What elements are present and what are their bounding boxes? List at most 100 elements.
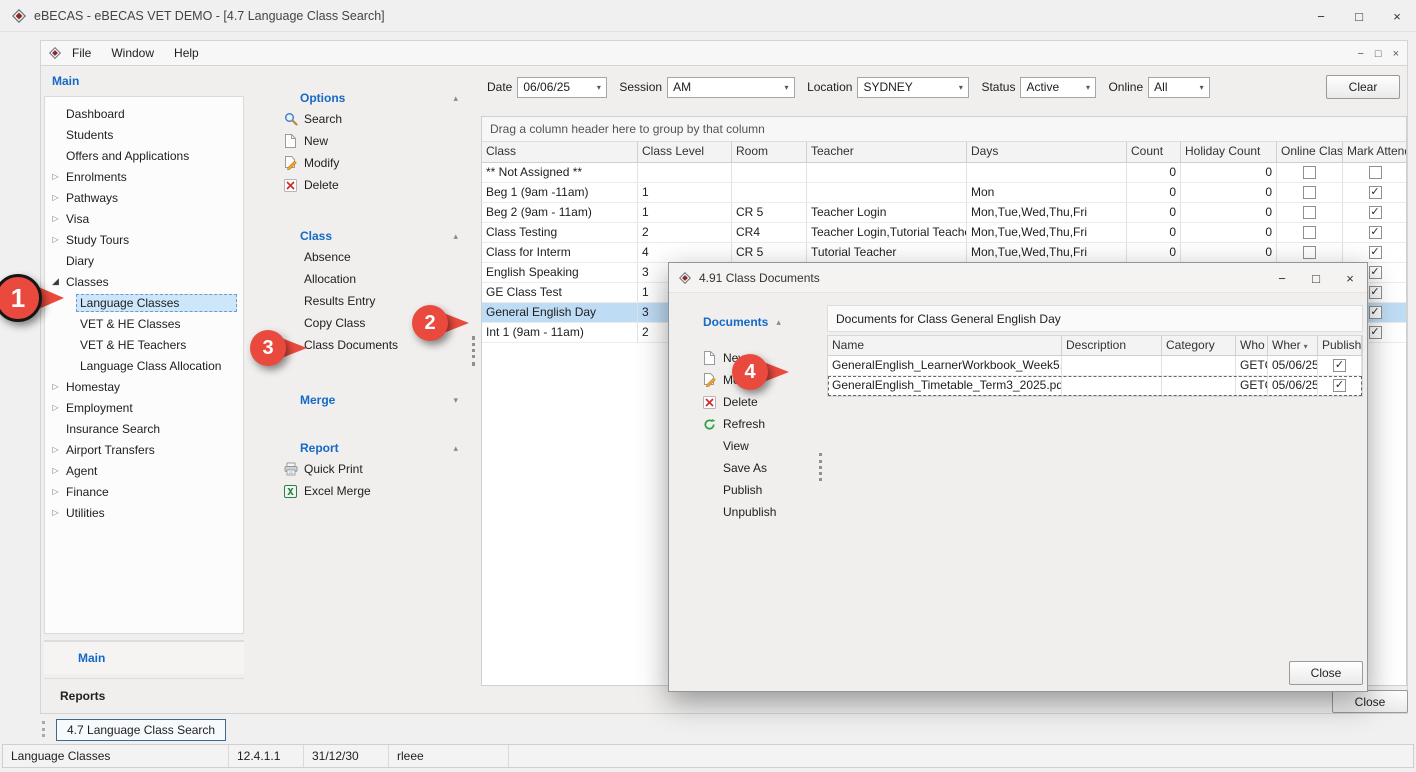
sidebar-item-finance[interactable]: ▷Finance (45, 481, 243, 502)
expand-tree-icon[interactable]: ▷ (49, 508, 62, 517)
mark-attend-checkbox[interactable]: ✓ (1369, 186, 1382, 199)
column-header-category[interactable]: Category (1162, 336, 1236, 355)
column-header-wher[interactable]: Wher▾ (1268, 336, 1318, 355)
expand-tree-icon[interactable]: ▷ (49, 382, 62, 391)
menu-help[interactable]: Help (165, 43, 208, 63)
sidebar-item-dashboard[interactable]: Dashboard (45, 103, 243, 124)
sidebar-item-vet-he-teachers[interactable]: VET & HE Teachers (45, 334, 243, 355)
collapse-group-icon[interactable]: ▴ (453, 93, 458, 104)
menu-window[interactable]: Window (102, 43, 163, 63)
mark-attend-checkbox[interactable]: ✓ (1369, 306, 1382, 319)
column-header-class-level[interactable]: Class Level (638, 142, 732, 162)
mark-attend-checkbox[interactable]: ✓ (1369, 266, 1382, 279)
column-header-description[interactable]: Description (1062, 336, 1162, 355)
online-class-checkbox[interactable] (1303, 206, 1316, 219)
online-class-checkbox[interactable] (1303, 166, 1316, 179)
expand-tree-icon[interactable]: ▷ (49, 445, 62, 454)
sidebar-item-visa[interactable]: ▷Visa (45, 208, 243, 229)
dialog-action-publish[interactable]: Publish (689, 479, 823, 501)
sidebar-item-language-class-allocation[interactable]: Language Class Allocation (45, 355, 243, 376)
column-header-holiday-count[interactable]: Holiday Count (1181, 142, 1277, 162)
expand-tree-icon[interactable]: ▷ (49, 193, 62, 202)
mdi-minimize-button[interactable]: − (1357, 48, 1363, 60)
chevron-down-icon[interactable]: ▾ (779, 78, 794, 97)
column-header-room[interactable]: Room (732, 142, 807, 162)
column-header-teacher[interactable]: Teacher (807, 142, 967, 162)
menu-file[interactable]: File (63, 43, 100, 63)
sidebar-item-insurance-search[interactable]: Insurance Search (45, 418, 243, 439)
online-class-checkbox[interactable] (1303, 226, 1316, 239)
ribbon-item-excel-merge[interactable]: Excel Merge (252, 480, 470, 502)
column-header-mark-attend[interactable]: Mark Attend (1343, 142, 1407, 162)
column-header-who[interactable]: Who (1236, 336, 1268, 355)
sidebar-footer-main[interactable]: Main (44, 640, 244, 674)
ribbon-group-header-merge[interactable]: Merge▾ (252, 390, 470, 410)
dialog-action-delete[interactable]: Delete (689, 391, 823, 413)
chevron-down-icon[interactable]: ▾ (1194, 78, 1209, 97)
column-header-name[interactable]: Name (828, 336, 1062, 355)
sidebar-footer-reports[interactable]: Reports (44, 678, 244, 712)
filter-combo-date[interactable]: 06/06/25▾ (517, 77, 607, 98)
dialog-close-x-button[interactable]: × (1333, 263, 1367, 293)
ribbon-item-absence[interactable]: Absence (252, 246, 470, 268)
mark-attend-checkbox[interactable]: ✓ (1369, 246, 1382, 259)
sidebar-item-homestay[interactable]: ▷Homestay (45, 376, 243, 397)
sidebar-item-offers-and-applications[interactable]: Offers and Applications (45, 145, 243, 166)
sidebar-item-classes[interactable]: ◢Classes (45, 271, 243, 292)
dialog-action-save-as[interactable]: Save As (689, 457, 823, 479)
online-class-checkbox[interactable] (1303, 186, 1316, 199)
filter-combo-session[interactable]: AM▾ (667, 77, 795, 98)
mark-attend-checkbox[interactable]: ✓ (1369, 286, 1382, 299)
collapse-group-icon[interactable]: ▴ (453, 443, 458, 454)
sidebar-item-diary[interactable]: Diary (45, 250, 243, 271)
ribbon-group-header-class[interactable]: Class▴ (252, 226, 470, 246)
ribbon-group-header-report[interactable]: Report▴ (252, 438, 470, 458)
document-row[interactable]: GeneralEnglish_Timetable_Term3_2025.pdfG… (828, 376, 1362, 396)
mark-attend-checkbox[interactable]: ✓ (1369, 326, 1382, 339)
column-header-online-class[interactable]: Online Class (1277, 142, 1343, 162)
expand-tree-icon[interactable]: ▷ (49, 172, 62, 181)
table-row[interactable]: Beg 2 (9am - 11am)1CR 5Teacher LoginMon,… (482, 203, 1406, 223)
dialog-minimize-button[interactable]: − (1265, 263, 1299, 293)
mdi-restore-button[interactable]: □ (1375, 48, 1382, 60)
expand-tree-icon[interactable]: ▷ (49, 403, 62, 412)
table-row[interactable]: Class Testing2CR4Teacher Login,Tutorial … (482, 223, 1406, 243)
expand-group-icon[interactable]: ▾ (453, 395, 458, 406)
dialog-action-view[interactable]: View (689, 435, 823, 457)
dialog-action-unpublish[interactable]: Unpublish (689, 501, 823, 523)
column-header-days[interactable]: Days (967, 142, 1127, 162)
ribbon-group-header-options[interactable]: Options▴ (252, 88, 470, 108)
sidebar-item-utilities[interactable]: ▷Utilities (45, 502, 243, 523)
sidebar-item-language-classes[interactable]: Language Classes (45, 292, 243, 313)
collapse-group-icon[interactable]: ▴ (776, 317, 781, 328)
filter-combo-online[interactable]: All▾ (1148, 77, 1210, 98)
publish-checkbox[interactable]: ✓ (1333, 359, 1346, 372)
documents-group-header[interactable]: Documents ▴ (703, 315, 781, 329)
expand-tree-icon[interactable]: ▷ (49, 235, 62, 244)
column-header-class[interactable]: Class (482, 142, 638, 162)
sidebar-item-agent[interactable]: ▷Agent (45, 460, 243, 481)
chevron-down-icon[interactable]: ▾ (1080, 78, 1095, 97)
table-row[interactable]: Class for Interm4CR 5Tutorial TeacherMon… (482, 243, 1406, 263)
ribbon-item-search[interactable]: Search (252, 108, 470, 130)
chevron-down-icon[interactable]: ▾ (591, 78, 606, 97)
chevron-down-icon[interactable]: ▾ (953, 78, 968, 97)
column-header-count[interactable]: Count (1127, 142, 1181, 162)
dialog-action-refresh[interactable]: Refresh (689, 413, 823, 435)
filter-combo-location[interactable]: SYDNEY▾ (857, 77, 969, 98)
sidebar-item-pathways[interactable]: ▷Pathways (45, 187, 243, 208)
mark-attend-checkbox[interactable]: ✓ (1369, 226, 1382, 239)
ribbon-item-allocation[interactable]: Allocation (252, 268, 470, 290)
publish-checkbox[interactable]: ✓ (1333, 379, 1346, 392)
dialog-close-button[interactable]: Close (1289, 661, 1363, 685)
ribbon-item-new[interactable]: New (252, 130, 470, 152)
minimize-button[interactable]: − (1302, 0, 1340, 32)
mark-attend-checkbox[interactable] (1369, 166, 1382, 179)
dialog-maximize-button[interactable]: □ (1299, 263, 1333, 293)
expand-tree-icon[interactable]: ▷ (49, 214, 62, 223)
ribbon-item-delete[interactable]: Delete (252, 174, 470, 196)
expand-tree-icon[interactable]: ▷ (49, 487, 62, 496)
table-row[interactable]: Beg 1 (9am -11am)1Mon00✓ (482, 183, 1406, 203)
online-class-checkbox[interactable] (1303, 246, 1316, 259)
document-row[interactable]: GeneralEnglish_LearnerWorkbook_Week5.pGE… (828, 356, 1362, 376)
